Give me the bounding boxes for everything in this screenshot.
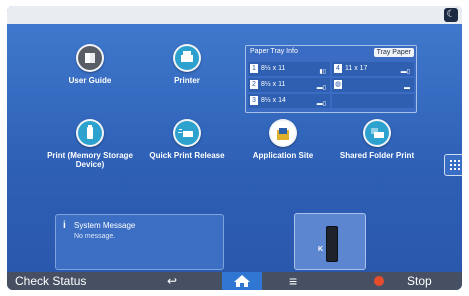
paper-icon: ▬▯ xyxy=(316,85,326,91)
tray-row-2: 2 8½ x 11 ▬▯ xyxy=(248,78,330,92)
book-icon xyxy=(76,44,104,72)
system-message-text: No message. xyxy=(74,233,116,240)
top-status-bar: ☾ xyxy=(7,6,462,24)
tray-row-4: 4 11 x 17 ▬▯ xyxy=(332,62,414,76)
check-status-button[interactable]: Check Status xyxy=(15,272,86,290)
stop-icon[interactable] xyxy=(374,276,384,286)
bypass-tray-row: ◍ ▬ xyxy=(332,78,414,92)
tray-number: 1 xyxy=(250,63,258,73)
paper-icon: ▮▯ xyxy=(319,69,326,75)
home-icon xyxy=(234,275,250,287)
back-icon[interactable]: ↩ xyxy=(167,272,177,290)
tray-number: 4 xyxy=(334,63,342,73)
tray-row-3: 3 8½ x 14 ▬▯ xyxy=(248,94,330,108)
folder-printer-icon xyxy=(363,119,391,147)
app-label: User Guide xyxy=(68,76,112,85)
app-label: Application Site xyxy=(252,151,314,160)
info-icon: i xyxy=(63,220,66,231)
energy-saver-icon[interactable]: ☾ xyxy=(444,8,458,22)
app-print-memory-storage[interactable]: Print (Memory Storage Device) xyxy=(35,119,145,169)
tray-title: Paper Tray Info xyxy=(250,48,298,55)
system-message-title: System Message xyxy=(74,221,136,230)
menu-icon[interactable]: ≡ xyxy=(289,272,297,290)
tray-size: 8½ x 11 xyxy=(261,81,286,88)
tray-size: 11 x 17 xyxy=(345,65,368,72)
tray-paper-button[interactable]: Tray Paper xyxy=(373,48,414,57)
touch-screen: ☾ User Guide Printer Paper Tray Info Tra… xyxy=(7,6,462,290)
system-message-widget[interactable]: i System Message No message. xyxy=(55,214,224,270)
tray-size: 8½ x 14 xyxy=(261,97,286,104)
tray-number: 3 xyxy=(250,95,258,105)
tray-size: 8½ x 11 xyxy=(261,65,286,72)
toner-bar xyxy=(326,226,338,262)
app-label: Quick Print Release xyxy=(149,151,225,160)
app-application-site[interactable]: Application Site xyxy=(243,119,323,160)
toner-level-widget[interactable]: K xyxy=(294,213,366,270)
app-label: Printer xyxy=(174,76,200,85)
home-screen: User Guide Printer Paper Tray Info Tray … xyxy=(7,24,462,289)
tray-row-1: 1 8½ x 11 ▮▯ xyxy=(248,62,330,76)
usb-icon xyxy=(76,119,104,147)
bottom-bar: Check Status ↩ ≡ Stop xyxy=(7,272,462,290)
stop-button[interactable]: Stop xyxy=(407,272,432,290)
paper-icon: ▬ xyxy=(404,85,410,91)
empty-tray-row xyxy=(332,94,414,108)
toner-color-label: K xyxy=(318,246,324,253)
app-list-icon[interactable] xyxy=(444,154,462,176)
printer-icon xyxy=(173,44,201,72)
paper-icon: ▬▯ xyxy=(316,101,326,107)
bag-icon xyxy=(269,119,297,147)
app-label: Print (Memory Storage Device) xyxy=(47,151,133,169)
app-printer[interactable]: Printer xyxy=(152,44,222,85)
paper-tray-info[interactable]: Paper Tray Info Tray Paper 1 8½ x 11 ▮▯ 4… xyxy=(245,45,417,113)
tray-number: 2 xyxy=(250,79,258,89)
bypass-tray-icon: ◍ xyxy=(334,79,342,89)
app-label: Shared Folder Print xyxy=(339,151,415,160)
paper-icon: ▬▯ xyxy=(400,69,410,75)
app-quick-print-release[interactable]: Quick Print Release xyxy=(142,119,232,160)
app-user-guide[interactable]: User Guide xyxy=(55,44,125,85)
app-shared-folder-print[interactable]: Shared Folder Print xyxy=(332,119,422,160)
home-button[interactable] xyxy=(222,272,262,290)
quick-print-icon xyxy=(173,119,201,147)
